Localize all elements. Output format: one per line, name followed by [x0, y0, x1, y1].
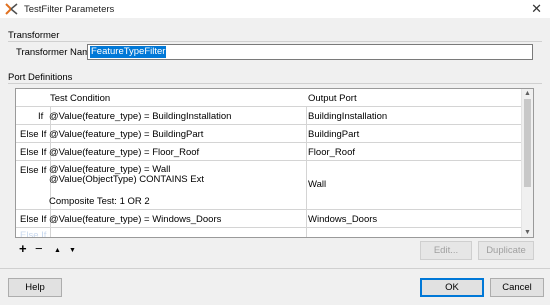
test-condition-line[interactable]: @Value(ObjectType) CONTAINS Ext	[49, 174, 204, 185]
scroll-down-arrow-icon[interactable]: ▼	[522, 229, 533, 236]
port-definitions-table[interactable]: Test Condition Output Port If @Value(fea…	[15, 88, 534, 238]
output-port-cell[interactable]: Wall	[308, 179, 326, 190]
port-definitions-separator	[8, 83, 542, 84]
scroll-up-arrow-icon[interactable]: ▲	[522, 90, 533, 97]
table-row[interactable]: Else If @Value(feature_type) = Floor_Roo…	[16, 143, 521, 161]
footer-separator	[0, 268, 550, 269]
move-up-icon[interactable]: ▲	[54, 245, 61, 257]
duplicate-button[interactable]: Duplicate	[478, 241, 534, 260]
table-row[interactable]: Else If @Value(feature_type) = Windows_D…	[16, 210, 521, 228]
table-row[interactable]: If @Value(feature_type) = BuildingInstal…	[16, 107, 521, 125]
output-port-cell[interactable]: BuildingInstallation	[308, 111, 387, 122]
output-port-cell[interactable]: Windows_Doors	[308, 214, 377, 225]
close-icon[interactable]: ✕	[531, 1, 542, 17]
composite-test-line[interactable]: Composite Test: 1 OR 2	[49, 196, 150, 207]
column-header-test-condition[interactable]: Test Condition	[50, 93, 110, 104]
add-row-icon[interactable]: +	[19, 242, 27, 255]
row-prefix: If	[38, 111, 44, 122]
title-bar: TestFilter Parameters ✕	[0, 0, 550, 18]
table-row[interactable]: Else If @Value(feature_type) = BuildingP…	[16, 125, 521, 143]
row-prefix: Else If	[20, 129, 47, 140]
test-condition-cell[interactable]: @Value(feature_type) = Floor_Roof	[49, 147, 199, 158]
table-header-row: Test Condition Output Port	[16, 89, 521, 107]
row-prefix: Else If	[20, 147, 47, 158]
output-port-cell[interactable]: Floor_Roof	[308, 147, 355, 158]
remove-row-icon[interactable]: −	[35, 242, 43, 255]
help-button[interactable]: Help	[8, 278, 62, 297]
table-row[interactable]: Else If @Value(feature_type) = Wall @Val…	[16, 161, 521, 210]
test-condition-cell[interactable]: @Value(feature_type) = Windows_Doors	[49, 214, 221, 225]
test-condition-cell[interactable]: @Value(feature_type) = BuildingInstallat…	[49, 111, 231, 122]
table-row[interactable]: Else If	[16, 228, 521, 238]
scroll-thumb[interactable]	[524, 99, 531, 187]
edit-button[interactable]: Edit...	[420, 241, 472, 260]
cancel-button[interactable]: Cancel	[490, 278, 544, 297]
port-definitions-section-label: Port Definitions	[8, 72, 73, 83]
column-header-output-port[interactable]: Output Port	[308, 93, 357, 104]
transformer-name-value: FeatureTypeFilter	[90, 46, 167, 58]
transformer-name-label: Transformer Name:	[16, 47, 98, 58]
row-prefix: Else If	[20, 230, 47, 238]
row-prefix: Else If	[20, 165, 47, 176]
transformer-section-label: Transformer	[8, 30, 60, 41]
move-down-icon[interactable]: ▼	[69, 245, 76, 257]
table-scrollbar[interactable]: ▲ ▼	[521, 89, 533, 237]
row-prefix: Else If	[20, 214, 47, 225]
ok-button[interactable]: OK	[420, 278, 484, 297]
window-title: TestFilter Parameters	[24, 4, 115, 15]
output-port-cell[interactable]: BuildingPart	[308, 129, 359, 140]
test-condition-cell[interactable]: @Value(feature_type) = BuildingPart	[49, 129, 203, 140]
transformer-name-input[interactable]: FeatureTypeFilter	[87, 44, 533, 60]
transformer-separator	[8, 41, 542, 42]
fme-transformer-icon	[5, 3, 18, 15]
